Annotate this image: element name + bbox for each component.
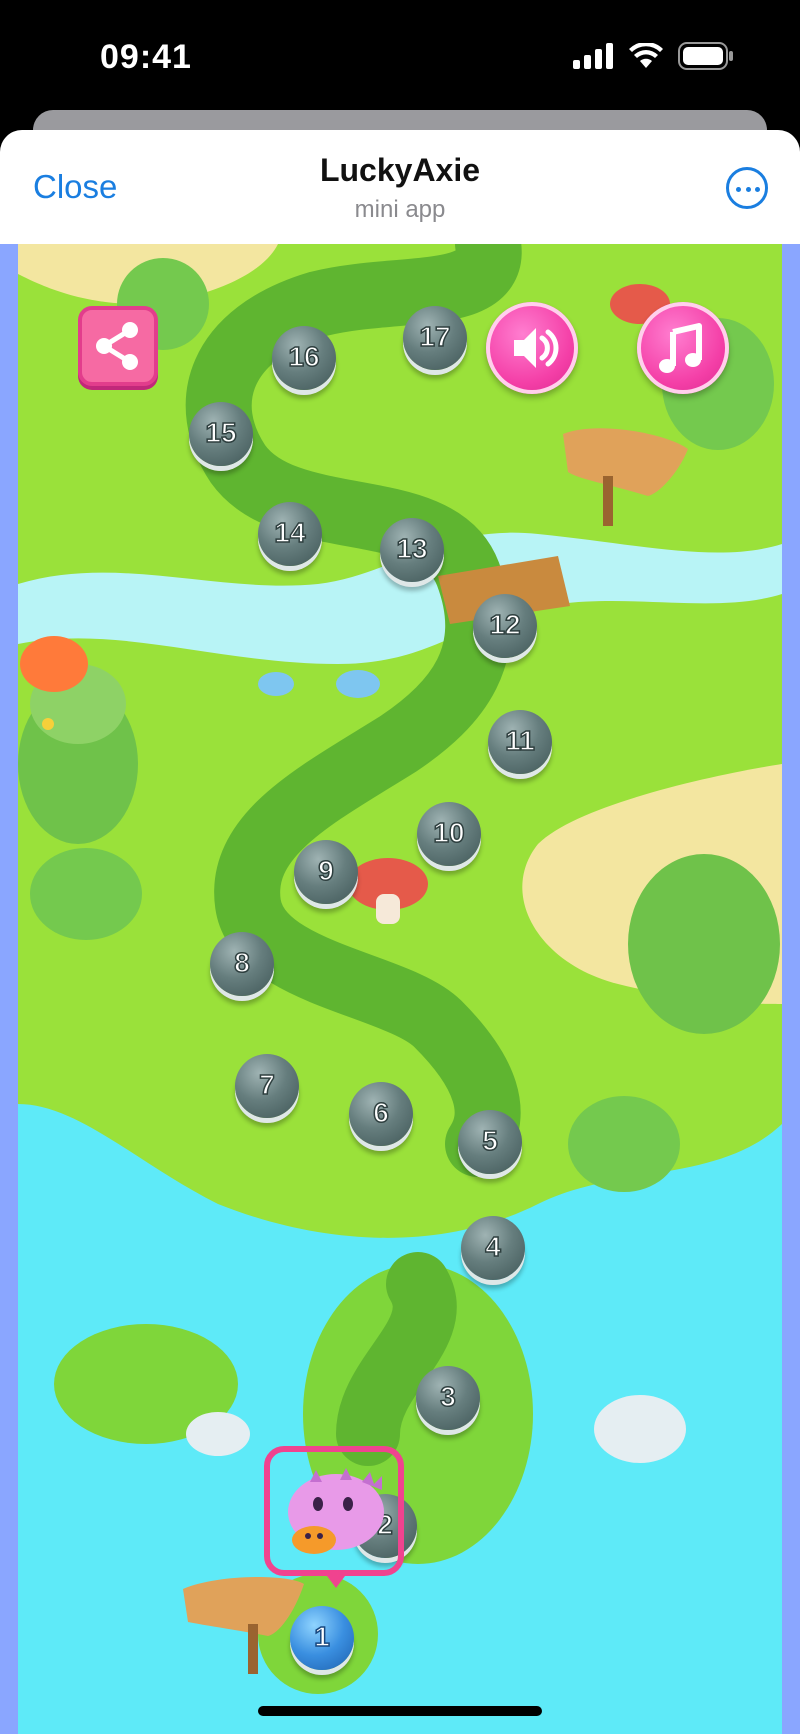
level-map: 1 2 3 4 5 6 7 8 9 10 11 12 13 14 15 16 1… [18,244,782,1734]
level-node[interactable]: 14 [258,502,322,566]
player-avatar-frame [264,1446,404,1576]
speaker-icon [514,328,559,368]
music-button[interactable] [637,302,729,394]
wifi-icon [629,43,663,68]
music-note-icon [659,323,702,373]
battery-icon [678,42,733,70]
level-node[interactable]: 6 [349,1082,413,1146]
level-node[interactable]: 16 [272,326,336,390]
level-node[interactable]: 3 [416,1366,480,1430]
level-node[interactable]: 17 [403,306,467,370]
share-button[interactable] [78,306,158,386]
axie-character-icon [288,1468,384,1554]
level-node[interactable]: 7 [235,1054,299,1118]
sound-button[interactable] [486,302,578,394]
home-indicator [258,1706,542,1716]
level-node[interactable]: 11 [488,710,552,774]
status-icons [572,42,734,70]
level-node[interactable]: 1 [290,1606,354,1670]
level-node[interactable]: 5 [458,1110,522,1174]
more-options-icon[interactable] [726,167,768,209]
app-subtitle: mini app [354,196,446,223]
game-view: 1 2 3 4 5 6 7 8 9 10 11 12 13 14 15 16 1… [0,244,800,1734]
level-node[interactable]: 12 [473,594,537,658]
level-node[interactable]: 15 [189,402,253,466]
signal-bars-icon [573,43,613,69]
share-icon [96,322,138,370]
app-title: LuckyAxie [319,152,481,188]
level-node[interactable]: 10 [417,802,481,866]
level-node[interactable]: 4 [461,1216,525,1280]
status-time: 09:41 [100,38,192,76]
avatar-pointer [324,1572,348,1588]
level-node[interactable]: 9 [294,840,358,904]
level-node[interactable]: 8 [210,932,274,996]
level-node[interactable]: 13 [380,518,444,582]
